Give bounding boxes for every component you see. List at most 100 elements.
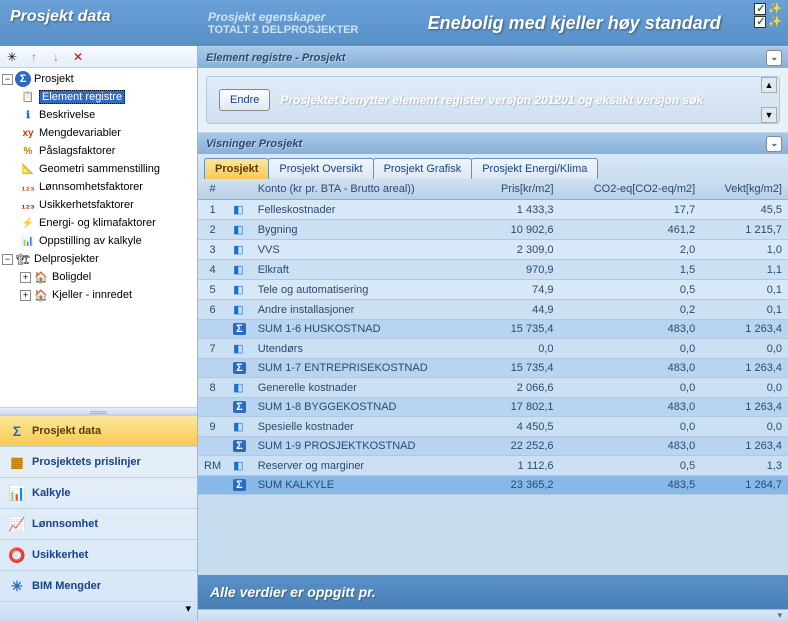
row-label: Bygning [252, 220, 479, 240]
nav-item[interactable]: ΣProsjekt data [0, 415, 197, 446]
nav-icon: ✳ [8, 577, 26, 595]
row-co2: 0,0 [560, 417, 702, 437]
scroll-up-icon[interactable]: ▲ [761, 77, 777, 93]
nav-footer[interactable]: ▾ [0, 601, 197, 621]
tree-item[interactable]: ₁₂₃Lønnsomhetsfaktorer [0, 178, 197, 196]
new-icon[interactable]: ✳ [4, 49, 20, 65]
col-konto[interactable]: Konto (kr pr. BTA - Brutto areal)) [252, 179, 479, 200]
col-pris[interactable]: Pris[kr/m2] [479, 179, 560, 200]
down-arrow-icon[interactable]: ↓ [48, 49, 64, 65]
tree-item[interactable]: ℹBeskrivelse [0, 106, 197, 124]
tree-item[interactable]: ₁₂₃Usikkerhetsfaktorer [0, 196, 197, 214]
row-co2: 483,0 [560, 320, 702, 339]
col-icon[interactable] [227, 179, 252, 200]
tree-item[interactable]: ⚡Energi- og klimafaktorer [0, 214, 197, 232]
item-icon: 📐 [20, 161, 36, 177]
col-hash[interactable]: # [198, 179, 227, 200]
tree-item[interactable]: %Påslagsfaktorer [0, 142, 197, 160]
tree-item[interactable]: 📐Geometri sammenstilling [0, 160, 197, 178]
row-pris: 1 433,3 [479, 200, 560, 220]
cost-table: # Konto (kr pr. BTA - Brutto areal)) Pri… [198, 179, 788, 495]
splitter[interactable]: ═══ [0, 407, 197, 415]
nav-item[interactable]: ✳ BIM Mengder [0, 570, 197, 601]
row-label: Tele og automatisering [252, 280, 479, 300]
row-co2: 1,5 [560, 260, 702, 280]
row-co2: 483,5 [560, 476, 702, 495]
row-label: Spesielle kostnader [252, 417, 479, 437]
table-row[interactable]: ΣSUM 1-7 ENTREPRISEKOSTNAD15 735,4483,01… [198, 359, 788, 378]
tree-label: Oppstilling av kalkyle [39, 235, 142, 247]
building-icon: 🏠 [33, 269, 49, 285]
row-label: Felleskostnader [252, 200, 479, 220]
nav-item[interactable]: ▦Prosjektets prislinjer [0, 446, 197, 477]
table-row[interactable]: 5◧Tele og automatisering74,90,50,1 [198, 280, 788, 300]
table-row[interactable]: 9◧Spesielle kostnader4 450,50,00,0 [198, 417, 788, 437]
checkbox-icon[interactable] [754, 16, 766, 28]
col-vekt[interactable]: Vekt[kg/m2] [701, 179, 788, 200]
tab[interactable]: Prosjekt Energi/Klima [471, 158, 598, 179]
row-vekt: 1 264,7 [701, 476, 788, 495]
tree-item[interactable]: 📊Oppstilling av kalkyle [0, 232, 197, 250]
checkbox-icon[interactable] [754, 3, 766, 15]
tree-subitem[interactable]: +🏠Kjeller - innredet [0, 286, 197, 304]
nav-label: BIM Mengder [32, 580, 101, 592]
item-icon: ⚡ [20, 215, 36, 231]
table-row[interactable]: 6◧Andre installasjoner44,90,20,1 [198, 300, 788, 320]
chevron-down-icon[interactable]: ⌄ [766, 50, 782, 66]
col-co2[interactable]: CO2-eq[CO2-eq/m2] [560, 179, 702, 200]
props-title: Prosjekt egenskaper [208, 10, 358, 24]
collapse-icon[interactable]: − [2, 254, 13, 265]
chevron-down-icon[interactable]: ⌄ [766, 136, 782, 152]
row-vekt: 1,0 [701, 240, 788, 260]
row-vekt: 0,1 [701, 300, 788, 320]
item-icon: 📋 [20, 89, 36, 105]
tree-label: Geometri sammenstilling [39, 163, 160, 175]
expand-icon[interactable]: + [20, 272, 31, 283]
table-row[interactable]: RM◧Reserver og marginer1 112,60,51,3 [198, 456, 788, 476]
tree-item[interactable]: 📋Element registre [0, 88, 197, 106]
tree-subroot[interactable]: − 🏗 Delprosjekter [0, 250, 197, 268]
row-co2: 483,0 [560, 437, 702, 456]
nav-item[interactable]: 📈Lønnsomhet [0, 508, 197, 539]
tree-label: Prosjekt [34, 73, 74, 85]
delete-icon[interactable]: ✕ [70, 49, 86, 65]
tab[interactable]: Prosjekt [204, 158, 269, 179]
up-arrow-icon[interactable]: ↑ [26, 49, 42, 65]
tree-subitem[interactable]: +🏠Boligdel [0, 268, 197, 286]
sparkle-icon[interactable]: ✨ [768, 15, 782, 28]
endre-button[interactable]: Endre [219, 89, 270, 111]
scroll-down-icon[interactable]: ▼ [761, 107, 777, 123]
row-pris: 74,9 [479, 280, 560, 300]
tree-root[interactable]: − Σ Prosjekt [0, 70, 197, 88]
collapse-icon[interactable]: − [2, 74, 13, 85]
tab[interactable]: Prosjekt Grafisk [373, 158, 473, 179]
expand-icon[interactable]: + [20, 290, 31, 301]
nav-label: Prosjekt data [32, 425, 101, 437]
nav-item[interactable]: ⭕Usikkerhet [0, 539, 197, 570]
table-row[interactable]: ΣSUM 1-8 BYGGEKOSTNAD17 802,1483,01 263,… [198, 398, 788, 417]
row-icon: Σ [227, 437, 252, 456]
table-row[interactable]: 1◧Felleskostnader1 433,317,745,5 [198, 200, 788, 220]
row-label: Generelle kostnader [252, 378, 479, 398]
tab[interactable]: Prosjekt Oversikt [268, 158, 373, 179]
table-row[interactable]: 7◧Utendørs0,00,00,0 [198, 339, 788, 359]
table-row[interactable]: 3◧VVS2 309,02,01,0 [198, 240, 788, 260]
table-row[interactable]: ΣSUM KALKYLE23 365,2483,51 264,7 [198, 476, 788, 495]
table-row[interactable]: ΣSUM 1-6 HUSKOSTNAD15 735,4483,01 263,4 [198, 320, 788, 339]
table-row[interactable]: 8◧Generelle kostnader2 066,60,00,0 [198, 378, 788, 398]
row-pris: 17 802,1 [479, 398, 560, 417]
row-pris: 44,9 [479, 300, 560, 320]
table-row[interactable]: 2◧Bygning10 902,6461,21 215,7 [198, 220, 788, 240]
table-row[interactable]: 4◧Elkraft970,91,51,1 [198, 260, 788, 280]
row-vekt: 1 263,4 [701, 359, 788, 378]
info-box: Endre Prosjektet benytter element regist… [206, 76, 780, 124]
row-icon: ◧ [227, 200, 252, 220]
header-toggle-icons[interactable]: ✨ ✨ [754, 2, 782, 28]
nav-item[interactable]: 📊Kalkyle [0, 477, 197, 508]
tree-item[interactable]: xyMengdevariabler [0, 124, 197, 142]
table-row[interactable]: ΣSUM 1-9 PROSJEKTKOSTNAD22 252,6483,01 2… [198, 437, 788, 456]
tree-label: Energi- og klimafaktorer [39, 217, 156, 229]
bottom-strip[interactable]: ▾ [198, 609, 788, 621]
sparkle-icon[interactable]: ✨ [768, 2, 782, 15]
row-vekt: 1 215,7 [701, 220, 788, 240]
